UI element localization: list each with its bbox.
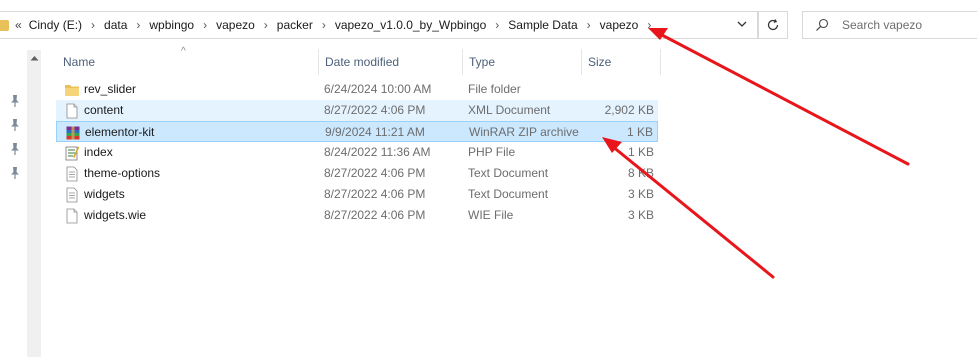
file-name: widgets [84, 187, 125, 201]
column-header-date[interactable]: Date modified [325, 49, 399, 75]
file-name: rev_slider [84, 82, 137, 96]
winrar-icon [66, 126, 80, 140]
breadcrumb-item-packer[interactable]: packer [277, 18, 313, 32]
folder-icon [65, 85, 79, 96]
list-item[interactable]: content 8/27/2022 4:06 PM XML Document 2… [56, 100, 658, 121]
file-type: WinRAR ZIP archive [469, 125, 579, 139]
chevron-right-icon[interactable]: › [264, 18, 268, 32]
chevron-right-icon[interactable]: › [136, 18, 140, 32]
folder-icon [0, 20, 9, 31]
file-type: PHP File [468, 145, 516, 159]
text-file-icon [66, 187, 78, 203]
search-input[interactable]: Search vapezo [802, 11, 977, 39]
file-size: 1 KB [627, 145, 654, 159]
file-size: 2,902 KB [604, 103, 654, 117]
column-header-size[interactable]: Size [588, 49, 611, 75]
breadcrumb-item-vapezo[interactable]: vapezo [216, 18, 255, 32]
pin-icon[interactable] [9, 142, 21, 156]
file-name: index [84, 145, 113, 159]
list-item[interactable]: theme-options 8/27/2022 4:06 PM Text Doc… [56, 163, 658, 184]
scroll-up-button[interactable] [27, 50, 41, 66]
file-name: theme-options [84, 166, 161, 180]
list-item[interactable]: widgets.wie 8/27/2022 4:06 PM WIE File 3… [56, 205, 658, 226]
file-size: 8 KB [627, 166, 654, 180]
breadcrumb-overflow-button[interactable]: « [15, 18, 22, 32]
column-divider[interactable] [462, 49, 463, 75]
breadcrumb-item-drive[interactable]: Cindy (E:) [29, 18, 82, 32]
breadcrumb-item-current[interactable]: vapezo [600, 18, 639, 32]
file-type: WIE File [468, 208, 514, 222]
refresh-icon [767, 19, 779, 31]
chevron-right-icon[interactable]: › [91, 18, 95, 32]
address-bar-row: « Cindy (E:) › data › wpbingo › vapezo ›… [0, 0, 977, 50]
xml-file-icon [66, 103, 78, 119]
pin-icon[interactable] [9, 94, 21, 108]
sort-ascending-icon: ^ [181, 46, 186, 57]
file-size: 3 KB [627, 208, 654, 222]
file-date: 8/27/2022 4:06 PM [324, 103, 426, 117]
file-name: content [84, 103, 124, 117]
file-date: 6/24/2024 10:00 AM [324, 82, 432, 96]
text-file-icon [66, 166, 78, 182]
refresh-button[interactable] [758, 11, 788, 39]
file-type: XML Document [468, 103, 551, 117]
pin-icon[interactable] [9, 166, 21, 180]
file-size: 3 KB [627, 187, 654, 201]
file-size: 1 KB [626, 125, 653, 139]
breadcrumb-item-wpbingo[interactable]: wpbingo [149, 18, 194, 32]
chevron-right-icon[interactable]: › [647, 18, 651, 32]
chevron-right-icon[interactable]: › [203, 18, 207, 32]
breadcrumb-item-version[interactable]: vapezo_v1.0.0_by_Wpbingo [335, 18, 486, 32]
file-date: 8/24/2022 11:36 AM [324, 145, 431, 159]
address-bar[interactable]: « Cindy (E:) › data › wpbingo › vapezo ›… [0, 11, 758, 39]
generic-file-icon [66, 208, 78, 224]
chevron-right-icon[interactable]: › [322, 18, 326, 32]
breadcrumb-item-data[interactable]: data [104, 18, 127, 32]
column-divider[interactable] [318, 49, 319, 75]
chevron-up-icon [30, 56, 38, 61]
list-item[interactable]: widgets 8/27/2022 4:06 PM Text Document … [56, 184, 658, 205]
list-item[interactable]: index 8/24/2022 11:36 AM PHP File 1 KB [56, 142, 658, 163]
column-divider[interactable] [660, 49, 661, 75]
list-item[interactable]: rev_slider 6/24/2024 10:00 AM File folde… [56, 79, 658, 100]
search-icon [816, 18, 829, 31]
column-header-type[interactable]: Type [469, 49, 495, 75]
column-header-name[interactable]: Name [63, 49, 95, 75]
breadcrumb-item-sample-data[interactable]: Sample Data [508, 18, 577, 32]
file-type: Text Document [468, 187, 549, 201]
nav-scrollbar[interactable] [27, 50, 41, 357]
column-divider[interactable] [581, 49, 582, 75]
php-file-icon [65, 146, 80, 161]
list-item[interactable]: elementor-kit 9/9/2024 11:21 AM WinRAR Z… [56, 121, 658, 142]
file-type: Text Document [468, 166, 549, 180]
chevron-right-icon[interactable]: › [495, 18, 499, 32]
chevron-down-icon[interactable] [735, 17, 749, 31]
file-type: File folder [468, 82, 521, 96]
pin-icon[interactable] [9, 118, 21, 132]
file-name: elementor-kit [85, 125, 155, 139]
chevron-right-icon[interactable]: › [587, 18, 591, 32]
search-placeholder: Search vapezo [842, 18, 923, 32]
file-date: 8/27/2022 4:06 PM [324, 208, 426, 222]
file-date: 8/27/2022 4:06 PM [324, 166, 426, 180]
file-date: 8/27/2022 4:06 PM [324, 187, 426, 201]
file-name: widgets.wie [84, 208, 147, 222]
breadcrumb: « Cindy (E:) › data › wpbingo › vapezo ›… [15, 12, 660, 38]
file-date: 9/9/2024 11:21 AM [325, 125, 425, 139]
